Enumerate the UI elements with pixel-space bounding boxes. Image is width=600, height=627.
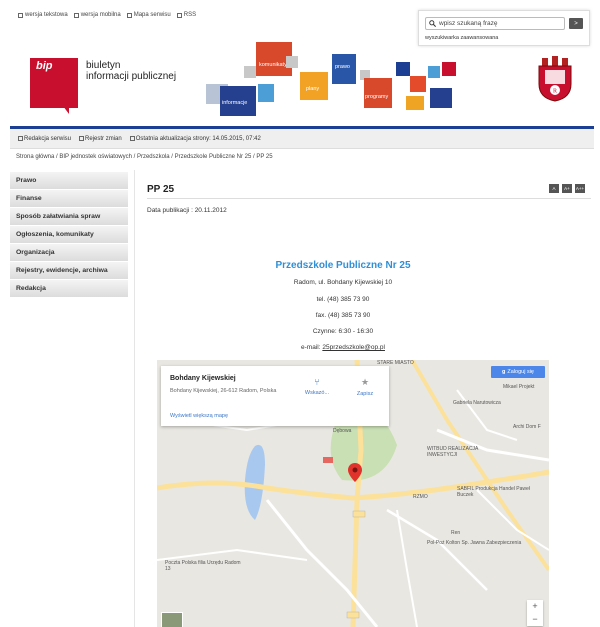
tile-plany[interactable]: plany xyxy=(300,72,328,100)
school-hours: Czynne: 6:30 - 16:30 xyxy=(312,328,374,335)
info-bar: Redakcja serwisu Rejestr zmian Ostatnia … xyxy=(10,129,594,149)
tile-prawo[interactable]: prawo xyxy=(332,54,356,84)
sidebar-item-ogloszenia[interactable]: Ogłoszenia, komunikaty xyxy=(10,226,128,244)
rss-icon xyxy=(176,12,182,18)
zoom-out-button[interactable]: − xyxy=(527,613,543,626)
map-place-address: Bohdany Kijewskiej, 26-612 Radom, Polska xyxy=(170,388,277,394)
sitemap-link[interactable]: Mapa serwisu xyxy=(126,12,171,18)
embedded-map[interactable]: STARE MIASTO Gabriela Narutowicza Mikael… xyxy=(157,360,549,627)
top-nav: wersja tekstowa wersja mobilna Mapa serw… xyxy=(18,12,196,18)
square-icon xyxy=(126,12,132,18)
sidebar-item-prawo[interactable]: Prawo xyxy=(10,172,128,190)
view-larger-map-link[interactable]: Wyświetl większą mapę xyxy=(170,413,228,419)
google-icon: g xyxy=(502,369,506,375)
zoom-in-button[interactable]: + xyxy=(527,600,543,613)
main-content: PP 25 A A+ A++ Data publikacji : 20.11.2… xyxy=(134,170,594,627)
square-icon xyxy=(79,136,85,141)
directions-button[interactable]: ⑂ Wskazó... xyxy=(297,377,337,396)
school-phone: tel. (48) 385 73 90 xyxy=(316,296,370,303)
square-icon xyxy=(129,136,135,141)
font-size-normal-button[interactable]: A xyxy=(549,184,559,193)
tile-programy[interactable]: programy xyxy=(364,78,392,108)
school-address: Radom, ul. Bohdany Kijewskiej 10 xyxy=(293,279,393,286)
sidebar: Prawo Finanse Sposób załatwiania spraw O… xyxy=(10,172,128,298)
font-size-controls: A A+ A++ xyxy=(549,184,585,193)
font-size-xlarge-button[interactable]: A++ xyxy=(575,184,585,193)
sidebar-item-organizacja[interactable]: Organizacja xyxy=(10,244,128,262)
map-zoom-controls: + − xyxy=(527,600,543,626)
mobile-version-link[interactable]: wersja mobilna xyxy=(73,12,121,18)
save-place-button[interactable]: ★ Zapisz xyxy=(345,377,385,397)
school-name: Przedszkole Publiczne Nr 25 xyxy=(275,260,411,271)
directions-icon: ⑂ xyxy=(314,377,320,387)
sidebar-item-sposob[interactable]: Sposób załatwiania spraw xyxy=(10,208,128,226)
svg-text:R: R xyxy=(553,89,557,95)
email-link[interactable]: 25przedszkole@op.pl xyxy=(322,344,385,351)
last-update: Ostatnia aktualizacja strony: 14.05.2015… xyxy=(129,136,261,142)
sidebar-item-rejestry[interactable]: Rejestry, ewidencje, archiwa xyxy=(10,262,128,280)
square-icon xyxy=(73,12,79,18)
tile-informacje[interactable]: informacje xyxy=(220,86,256,116)
text-version-link[interactable]: wersja tekstowa xyxy=(18,12,68,18)
bip-logo-text: biuletyn informacji publicznej xyxy=(86,60,177,82)
square-icon xyxy=(18,136,23,141)
font-size-large-button[interactable]: A+ xyxy=(562,184,572,193)
page: wersja tekstowa wersja mobilna Mapa serw… xyxy=(10,6,594,627)
square-icon xyxy=(18,12,23,18)
header-banner: bip biuletyn informacji publicznej infor… xyxy=(10,26,594,126)
map-login-button[interactable]: g Zaloguj się xyxy=(491,366,545,378)
satellite-toggle[interactable] xyxy=(161,612,183,627)
sidebar-item-finanse[interactable]: Finanse xyxy=(10,190,128,208)
sidebar-item-redakcja[interactable]: Redakcja xyxy=(10,280,128,298)
breadcrumb[interactable]: Strona główna / BIP jednostek oświatowyc… xyxy=(16,154,273,160)
bip-logo-word: bip xyxy=(36,60,53,72)
school-email: e-mail: 25przedszkole@op.pl xyxy=(301,344,385,351)
map-info-card: Bohdany Kijewskiej Bohdany Kijewskiej, 2… xyxy=(161,366,389,426)
star-icon: ★ xyxy=(360,377,370,387)
publication-date: Data publikacji : 20.11.2012 xyxy=(147,207,227,214)
editorial-link[interactable]: Redakcja serwisu xyxy=(18,136,71,142)
city-crest-icon: R xyxy=(538,56,572,102)
school-fax: fax. (48) 385 73 90 xyxy=(315,312,371,319)
map-place-title: Bohdany Kijewskiej xyxy=(170,375,236,382)
page-title: PP 25 xyxy=(147,184,175,195)
change-log-link[interactable]: Rejestr zmian xyxy=(79,136,122,142)
rss-link[interactable]: RSS xyxy=(176,12,196,18)
